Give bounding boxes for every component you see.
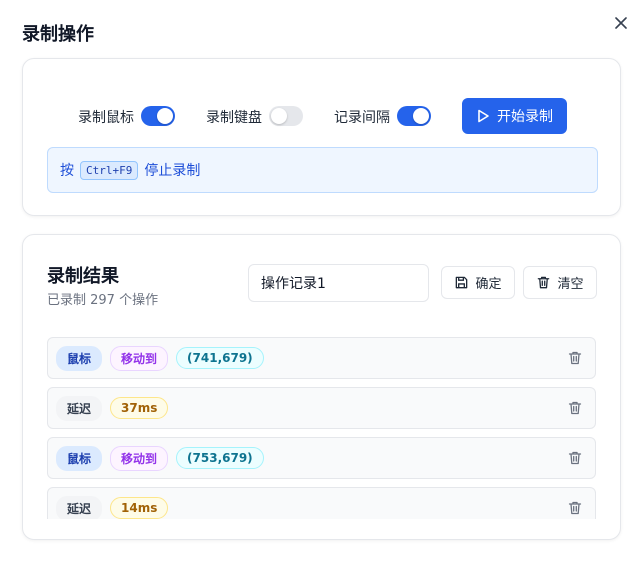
clear-label: 清空 (557, 277, 584, 292)
duration-badge: 37ms (110, 397, 169, 419)
record-keyboard-label: 录制键盘 (206, 110, 262, 126)
record-mouse-label: 录制鼠标 (78, 110, 134, 126)
trash-icon (538, 276, 550, 289)
dialog-title: 录制操作 (22, 24, 94, 45)
clear-button[interactable]: 清空 (523, 266, 597, 299)
start-recording-label: 开始录制 (497, 109, 553, 125)
trash-icon[interactable] (567, 450, 583, 466)
close-button[interactable] (610, 12, 632, 34)
stop-hint: 按 Ctrl+F9 停止录制 (47, 147, 598, 193)
record-controls: 录制鼠标 录制键盘 记录间隔 开始录制 (23, 98, 620, 134)
record-keyboard-toggle[interactable] (269, 106, 303, 126)
record-name-input[interactable] (248, 264, 429, 302)
record-results-card: 录制结果 已录制 297 个操作 确定 清空 鼠标 移动到 (741,679) … (22, 234, 621, 540)
toggle-knob (413, 108, 429, 124)
coordinate-badge: (741,679) (176, 347, 264, 369)
trash-icon[interactable] (567, 350, 583, 366)
record-settings-card: 录制鼠标 录制键盘 记录间隔 开始录制 按 Ctrl+F9 停止录制 (22, 58, 621, 216)
results-title: 录制结果 (47, 266, 119, 287)
save-icon (456, 276, 468, 289)
toggle-knob (157, 108, 173, 124)
shortcut-key: Ctrl+F9 (80, 160, 139, 180)
type-badge: 延迟 (56, 495, 103, 519)
type-badge: 延迟 (56, 395, 103, 421)
toggle-knob (271, 108, 287, 124)
results-count: 已录制 297 个操作 (47, 293, 159, 308)
close-icon (615, 17, 627, 29)
action-badge: 移动到 (110, 345, 169, 371)
confirm-label: 确定 (475, 277, 502, 292)
type-badge: 鼠标 (56, 445, 103, 471)
start-recording-button[interactable]: 开始录制 (462, 98, 567, 134)
record-interval-toggle[interactable] (397, 106, 431, 126)
operation-row: 延迟 37ms (47, 387, 596, 429)
confirm-button[interactable]: 确定 (441, 266, 515, 299)
operation-row: 鼠标 移动到 (741,679) (47, 337, 596, 379)
hint-prefix: 按 (60, 163, 74, 179)
operation-row: 鼠标 移动到 (753,679) (47, 437, 596, 479)
trash-icon[interactable] (567, 500, 583, 516)
operation-row: 延迟 14ms (47, 487, 596, 519)
trash-icon[interactable] (567, 400, 583, 416)
play-icon (478, 109, 489, 123)
coordinate-badge: (753,679) (176, 447, 264, 469)
record-mouse-toggle[interactable] (141, 106, 175, 126)
record-interval-label: 记录间隔 (334, 110, 390, 126)
operation-list[interactable]: 鼠标 移动到 (741,679) 延迟 37ms 鼠标 移动到 (753,679… (47, 337, 598, 519)
hint-suffix: 停止录制 (144, 163, 201, 179)
type-badge: 鼠标 (56, 345, 103, 371)
duration-badge: 14ms (110, 497, 169, 519)
action-badge: 移动到 (110, 445, 169, 471)
